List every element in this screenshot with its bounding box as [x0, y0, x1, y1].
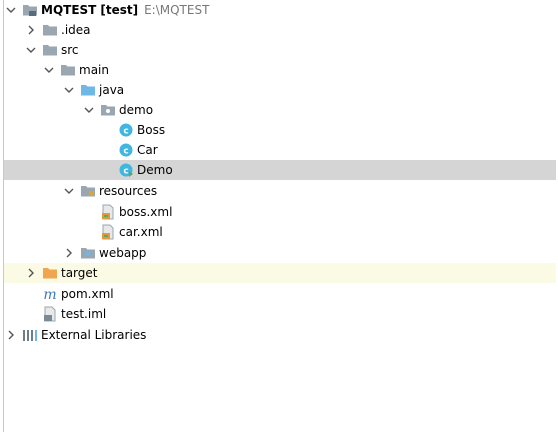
folder-icon: [42, 22, 58, 38]
tree-label: Car: [137, 143, 158, 157]
tree-row-demo-class[interactable]: c Demo: [4, 160, 556, 180]
tree-label: demo: [119, 103, 154, 117]
chevron-down-icon[interactable]: [42, 63, 56, 77]
xml-file-icon: [100, 204, 116, 220]
tree-label: car.xml: [119, 225, 163, 239]
chevron-right-icon[interactable]: [4, 328, 18, 342]
tree-row-car[interactable]: c Car: [4, 140, 558, 160]
tree-label: target: [61, 266, 98, 280]
folder-icon: [60, 62, 76, 78]
svg-text:c: c: [123, 167, 128, 177]
tree-row-project[interactable]: MQTEST [test] E:\MQTEST: [4, 0, 556, 20]
tree-label: main: [79, 63, 109, 77]
tree-row-target[interactable]: target: [4, 263, 556, 283]
tree-row-src[interactable]: src: [4, 40, 558, 60]
tree-label: Boss: [137, 123, 166, 137]
tree-label: .idea: [61, 23, 91, 37]
chevron-down-icon[interactable]: [62, 83, 76, 97]
web-folder-icon: [80, 245, 96, 261]
tree-row-boss[interactable]: c Boss: [4, 120, 558, 140]
excluded-folder-icon: [42, 265, 58, 281]
tree-row-main[interactable]: main: [4, 60, 558, 80]
package-icon: [100, 102, 116, 118]
tree-row-java[interactable]: java: [4, 80, 558, 100]
chevron-down-icon[interactable]: [62, 184, 76, 198]
tree-row-idea[interactable]: .idea: [4, 20, 558, 40]
project-path: E:\MQTEST: [144, 3, 210, 17]
chevron-down-icon[interactable]: [4, 3, 18, 17]
tree-row-external-libraries[interactable]: External Libraries: [4, 325, 556, 345]
xml-file-icon: [100, 224, 116, 240]
chevron-right-icon[interactable]: [24, 266, 38, 280]
chevron-down-icon[interactable]: [24, 43, 38, 57]
tree-label: pom.xml: [61, 287, 114, 301]
svg-text:m: m: [43, 287, 56, 302]
tree-label: test.iml: [61, 307, 107, 321]
folder-icon: [42, 42, 58, 58]
tree-label: boss.xml: [119, 205, 173, 219]
tree-label: External Libraries: [41, 328, 147, 342]
tree-row-resources[interactable]: resources: [4, 181, 558, 201]
tree-label: resources: [99, 184, 158, 198]
tree-label: java: [99, 83, 125, 97]
chevron-right-icon[interactable]: [24, 23, 38, 37]
library-icon: [22, 327, 38, 343]
source-folder-icon: [80, 82, 96, 98]
resources-folder-icon: [80, 183, 96, 199]
tree-label: src: [61, 43, 79, 57]
class-icon: c: [118, 122, 134, 138]
tree-row-car-xml[interactable]: car.xml: [4, 222, 558, 242]
project-name: MQTEST: [41, 3, 97, 17]
module-folder-icon: [22, 2, 38, 18]
tree-row-test-iml[interactable]: test.iml: [4, 304, 558, 324]
chevron-right-icon[interactable]: [62, 246, 76, 260]
class-icon: c: [118, 142, 134, 158]
tree-label: webapp: [99, 246, 147, 260]
runnable-class-icon: c: [118, 162, 134, 178]
module-name: [test]: [100, 3, 139, 17]
tree-row-pom[interactable]: m pom.xml: [4, 284, 558, 304]
tree-row-webapp[interactable]: webapp: [4, 243, 558, 263]
tree-row-boss-xml[interactable]: boss.xml: [4, 202, 558, 222]
iml-file-icon: [42, 306, 58, 322]
tree-row-demo-package[interactable]: demo: [4, 100, 558, 120]
svg-text:c: c: [123, 147, 128, 157]
chevron-down-icon[interactable]: [82, 103, 96, 117]
svg-text:c: c: [123, 127, 128, 137]
tree-label: Demo: [137, 163, 173, 177]
maven-icon: m: [42, 286, 58, 302]
